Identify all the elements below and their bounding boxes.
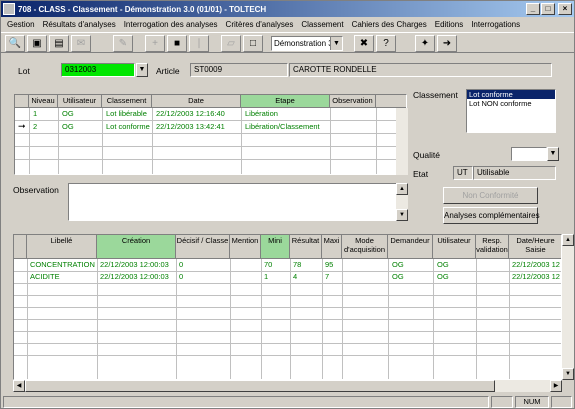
article-label: Article bbox=[156, 66, 180, 76]
column-header[interactable]: Observation bbox=[330, 95, 376, 108]
classement-listbox[interactable]: Lot conforme Lot NON conforme bbox=[466, 89, 556, 133]
mail-icon[interactable]: ✉ bbox=[71, 35, 91, 52]
column-header[interactable]: Date/Heure Saisie bbox=[509, 235, 561, 259]
new-page-icon[interactable]: □ bbox=[243, 35, 263, 52]
column-header[interactable]: Création bbox=[97, 235, 176, 259]
column-header[interactable]: Libellé bbox=[27, 235, 97, 259]
cut-icon[interactable]: ∣ bbox=[189, 35, 209, 52]
scroll-up-icon[interactable]: ▲ bbox=[396, 183, 408, 195]
menu-cahiers-charges[interactable]: Cahiers des Charges bbox=[348, 20, 431, 29]
observation-label: Observation bbox=[13, 185, 59, 195]
erase-icon[interactable]: ▱ bbox=[221, 35, 241, 52]
menu-classement[interactable]: Classement bbox=[297, 20, 347, 29]
chevron-down-icon[interactable]: ▼ bbox=[547, 147, 559, 161]
column-header[interactable]: Utilisateur bbox=[58, 95, 102, 108]
environment-select[interactable]: Démonstration 3.0 ▼ bbox=[271, 36, 343, 51]
analyses-table: Libellé Création Décisif / Classe Mentio… bbox=[13, 234, 562, 380]
column-header[interactable]: Mention bbox=[230, 235, 261, 259]
scroll-up-icon[interactable]: ▲ bbox=[562, 234, 574, 246]
etat-text-field: Utilisable bbox=[473, 166, 556, 180]
column-header[interactable]: Etape bbox=[241, 95, 330, 108]
scroll-down-icon[interactable]: ▼ bbox=[396, 209, 408, 221]
window-title: 708 - CLASS - Classement - Démonstration… bbox=[18, 4, 267, 14]
maximize-button[interactable]: □ bbox=[541, 3, 555, 15]
lot-label: Lot bbox=[18, 66, 30, 76]
status-bar: NUM bbox=[1, 395, 574, 409]
toolbar: 🔍 ▣ ▤ ✉ ✎ + ■ ∣ ▱ □ Démonstration 3.0 ▼ … bbox=[1, 32, 574, 53]
close-button[interactable]: × bbox=[558, 3, 572, 15]
app-icon bbox=[3, 3, 15, 15]
etat-code-field: UT bbox=[453, 166, 473, 180]
list-item[interactable]: Lot NON conforme bbox=[467, 99, 555, 108]
non-conformite-button[interactable]: Non Conformité bbox=[443, 187, 538, 204]
minimize-button[interactable]: _ bbox=[526, 3, 540, 15]
exit-icon[interactable]: ➜ bbox=[437, 35, 457, 52]
article-code-field: ST0009 bbox=[190, 63, 288, 77]
chevron-down-icon[interactable]: ▼ bbox=[136, 63, 148, 77]
analyses-complementaires-button[interactable]: Analyses complémentaires bbox=[443, 207, 540, 224]
analyses-hscrollbar[interactable]: ◀ ▶ bbox=[13, 380, 562, 392]
column-header[interactable]: Mode d'acquisition bbox=[342, 235, 388, 259]
column-header[interactable]: Demandeur bbox=[388, 235, 433, 259]
current-row-arrow-icon: ➞ bbox=[18, 121, 26, 131]
column-header[interactable]: Décisif / Classe bbox=[176, 235, 230, 259]
column-header[interactable]: Resp. validation bbox=[476, 235, 509, 259]
column-header[interactable]: Mini bbox=[261, 235, 290, 259]
magic-wand-icon[interactable]: ✦ bbox=[415, 35, 435, 52]
preview-icon[interactable]: 🔍 bbox=[5, 35, 25, 52]
observation-textarea[interactable] bbox=[68, 183, 398, 221]
camera-icon[interactable]: ▣ bbox=[27, 35, 47, 52]
column-header[interactable]: Maxi bbox=[322, 235, 342, 259]
chevron-down-icon[interactable]: ▼ bbox=[330, 37, 342, 50]
observation-scrollbar[interactable]: ▲ ▼ bbox=[396, 183, 408, 221]
menu-bar: Gestion Résultats d'analyses Interrogati… bbox=[1, 17, 574, 31]
column-header[interactable]: Utilisateur bbox=[433, 235, 476, 259]
menu-interrogation-analyses[interactable]: Interrogation des analyses bbox=[120, 20, 222, 29]
menu-criteres-analyses[interactable]: Critères d'analyses bbox=[222, 20, 298, 29]
menu-gestion[interactable]: Gestion bbox=[3, 20, 39, 29]
classement-label: Classement bbox=[413, 90, 458, 100]
analyses-vscrollbar[interactable]: ▲ ▼ bbox=[562, 234, 574, 380]
tools-icon[interactable]: ✖ bbox=[354, 35, 374, 52]
add-icon[interactable]: + bbox=[145, 35, 165, 52]
edit-icon[interactable]: ✎ bbox=[113, 35, 133, 52]
scroll-thumb[interactable] bbox=[25, 380, 495, 392]
column-header[interactable]: Résultat bbox=[290, 235, 322, 259]
menu-editions[interactable]: Editions bbox=[431, 20, 467, 29]
print-icon[interactable]: ▤ bbox=[49, 35, 69, 52]
column-header[interactable]: Date bbox=[152, 95, 241, 108]
lot-field[interactable]: 0312003 bbox=[61, 63, 135, 77]
menu-interrogations[interactable]: Interrogations bbox=[467, 20, 524, 29]
column-header[interactable]: Classement bbox=[102, 95, 152, 108]
menu-resultats-analyses[interactable]: Résultats d'analyses bbox=[39, 20, 120, 29]
scroll-left-icon[interactable]: ◀ bbox=[13, 380, 25, 392]
column-header[interactable]: Niveau bbox=[29, 95, 58, 108]
scroll-down-icon[interactable]: ▼ bbox=[562, 368, 574, 380]
article-name-field: CAROTTE RONDELLE bbox=[289, 63, 552, 77]
scroll-right-icon[interactable]: ▶ bbox=[550, 380, 562, 392]
help-icon[interactable]: ? bbox=[376, 35, 396, 52]
qualite-label: Qualité bbox=[413, 150, 440, 160]
list-item[interactable]: Lot conforme bbox=[467, 90, 555, 99]
niveau-table: Niveau Utilisateur Classement Date Etape… bbox=[14, 94, 407, 175]
save-icon[interactable]: ■ bbox=[167, 35, 187, 52]
etat-label: Etat bbox=[413, 169, 429, 179]
num-lock-indicator: NUM bbox=[515, 396, 549, 408]
qualite-field[interactable] bbox=[511, 147, 547, 161]
title-bar: 708 - CLASS - Classement - Démonstration… bbox=[1, 1, 574, 17]
niveau-scrollbar[interactable] bbox=[396, 108, 408, 175]
main-window: 708 - CLASS - Classement - Démonstration… bbox=[0, 0, 575, 409]
